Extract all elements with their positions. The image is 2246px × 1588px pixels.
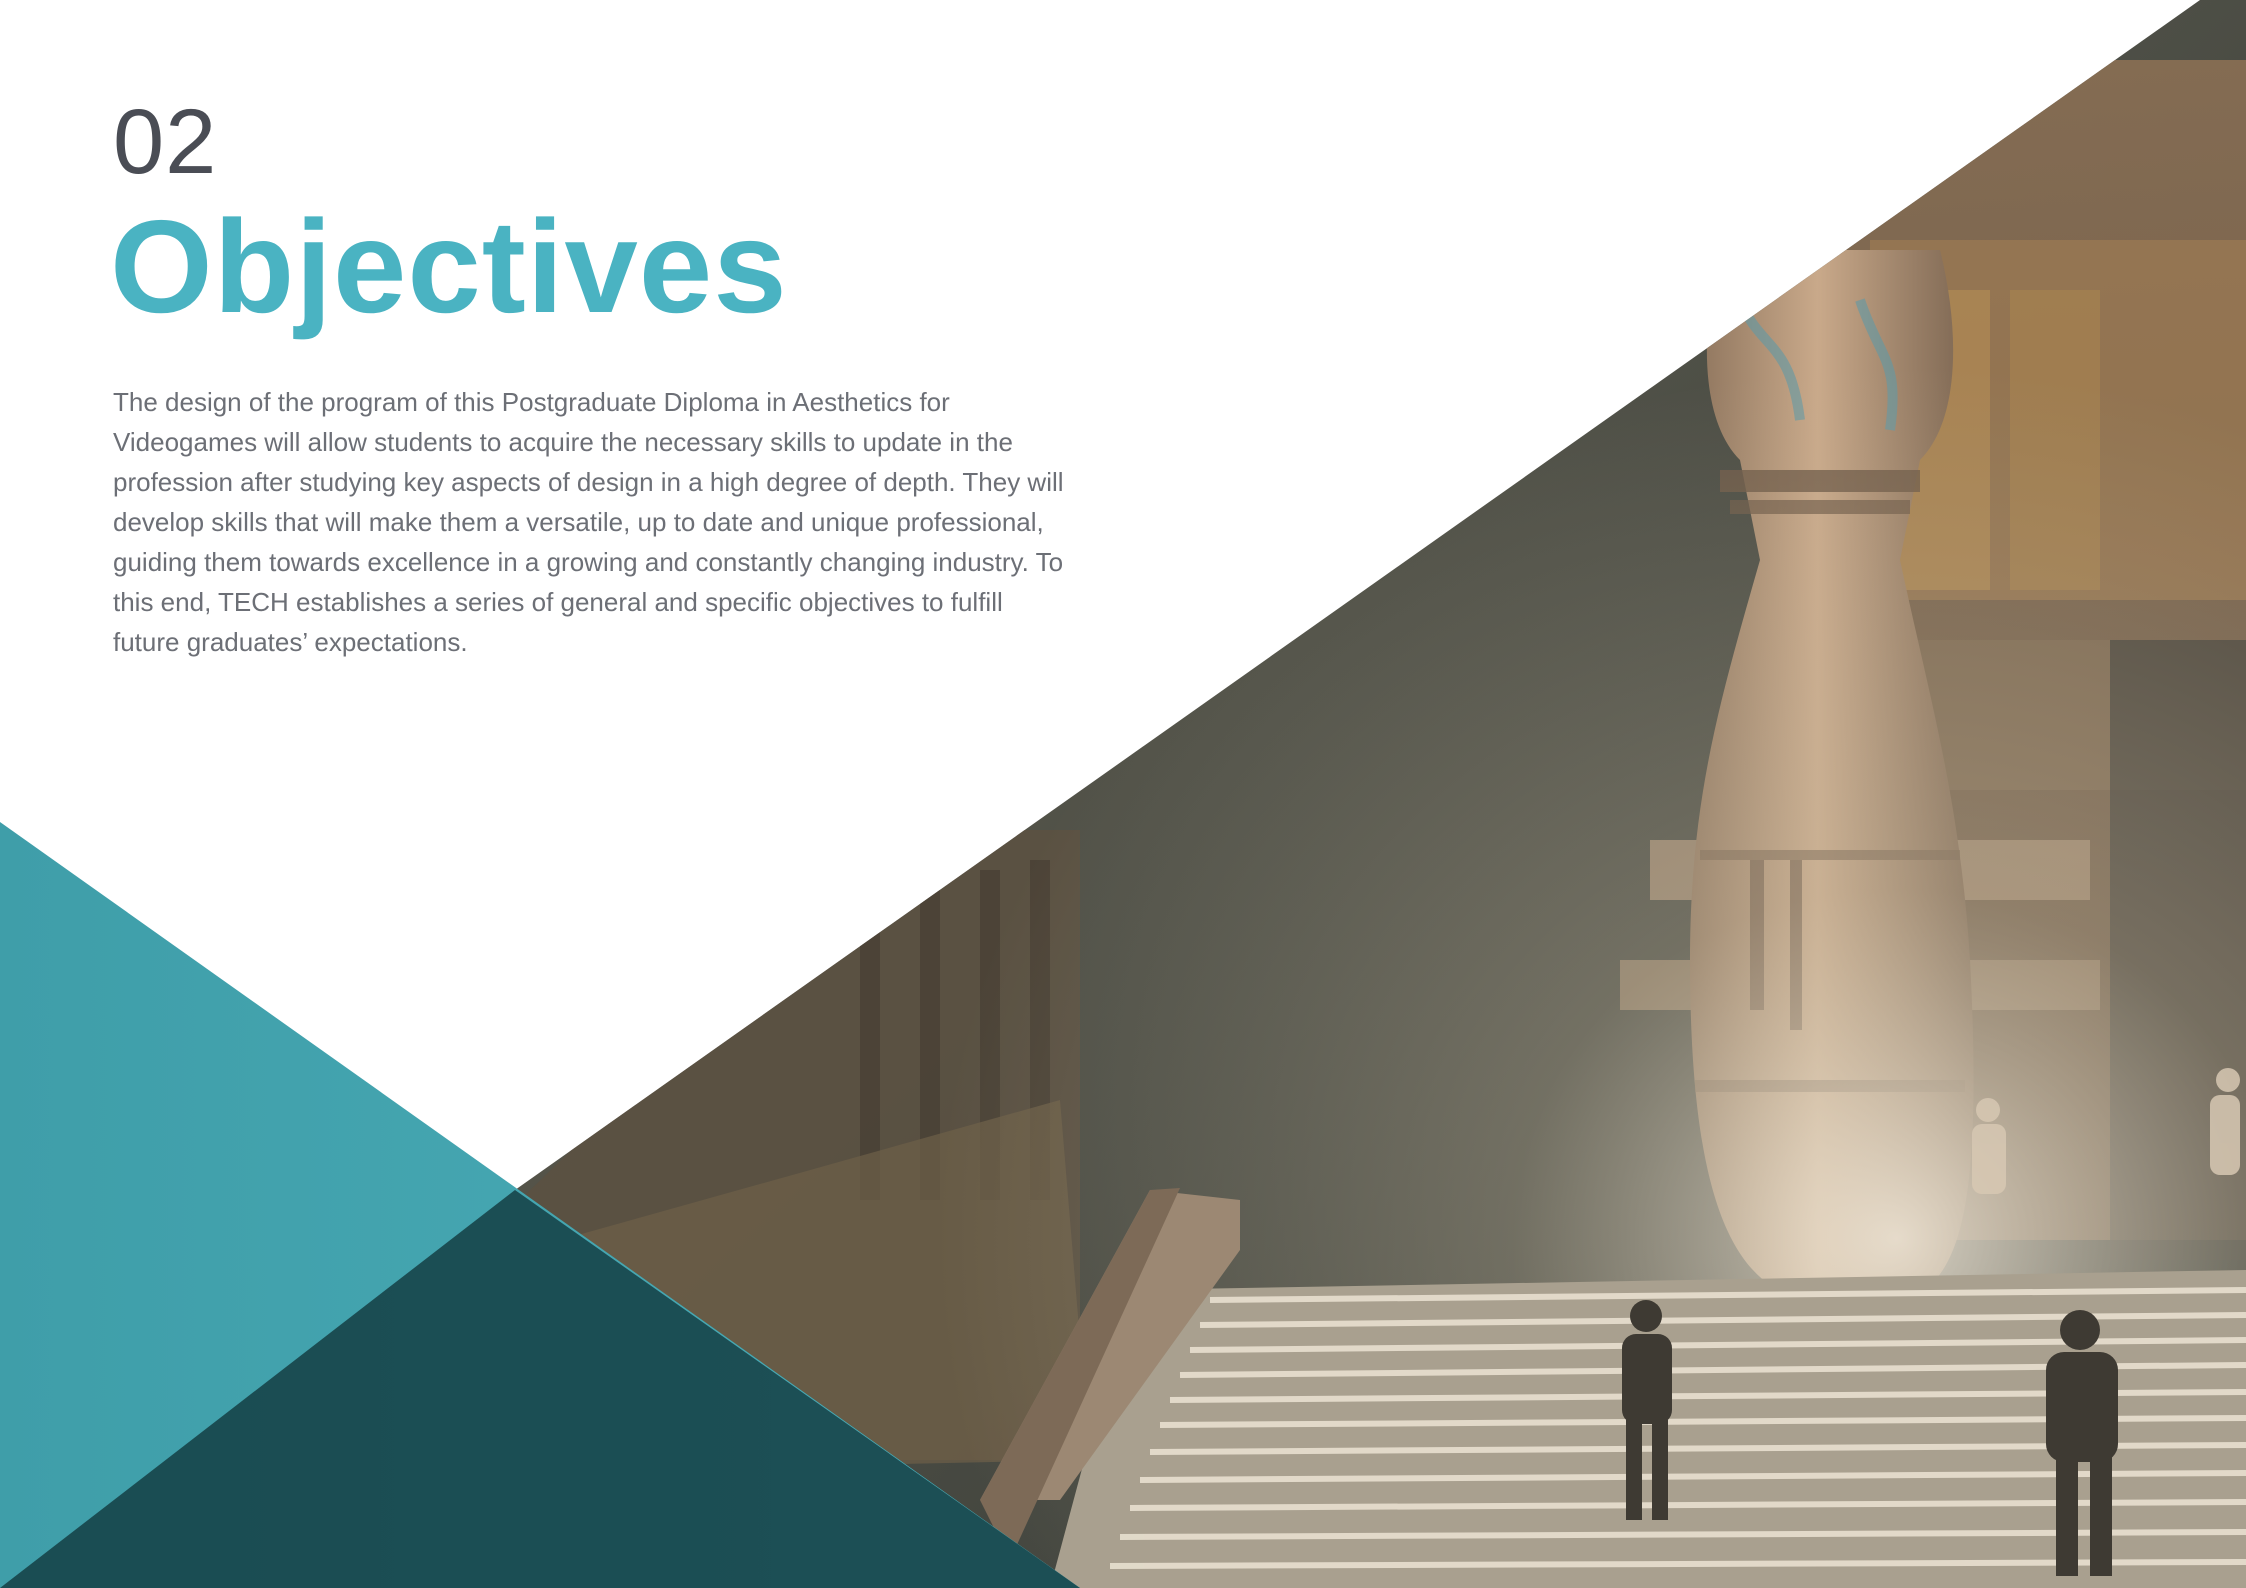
intro-paragraph: The design of the program of this Postgr… — [113, 387, 1064, 657]
page-title: Objectives — [110, 193, 788, 340]
chapter-number: 02 — [113, 91, 218, 193]
